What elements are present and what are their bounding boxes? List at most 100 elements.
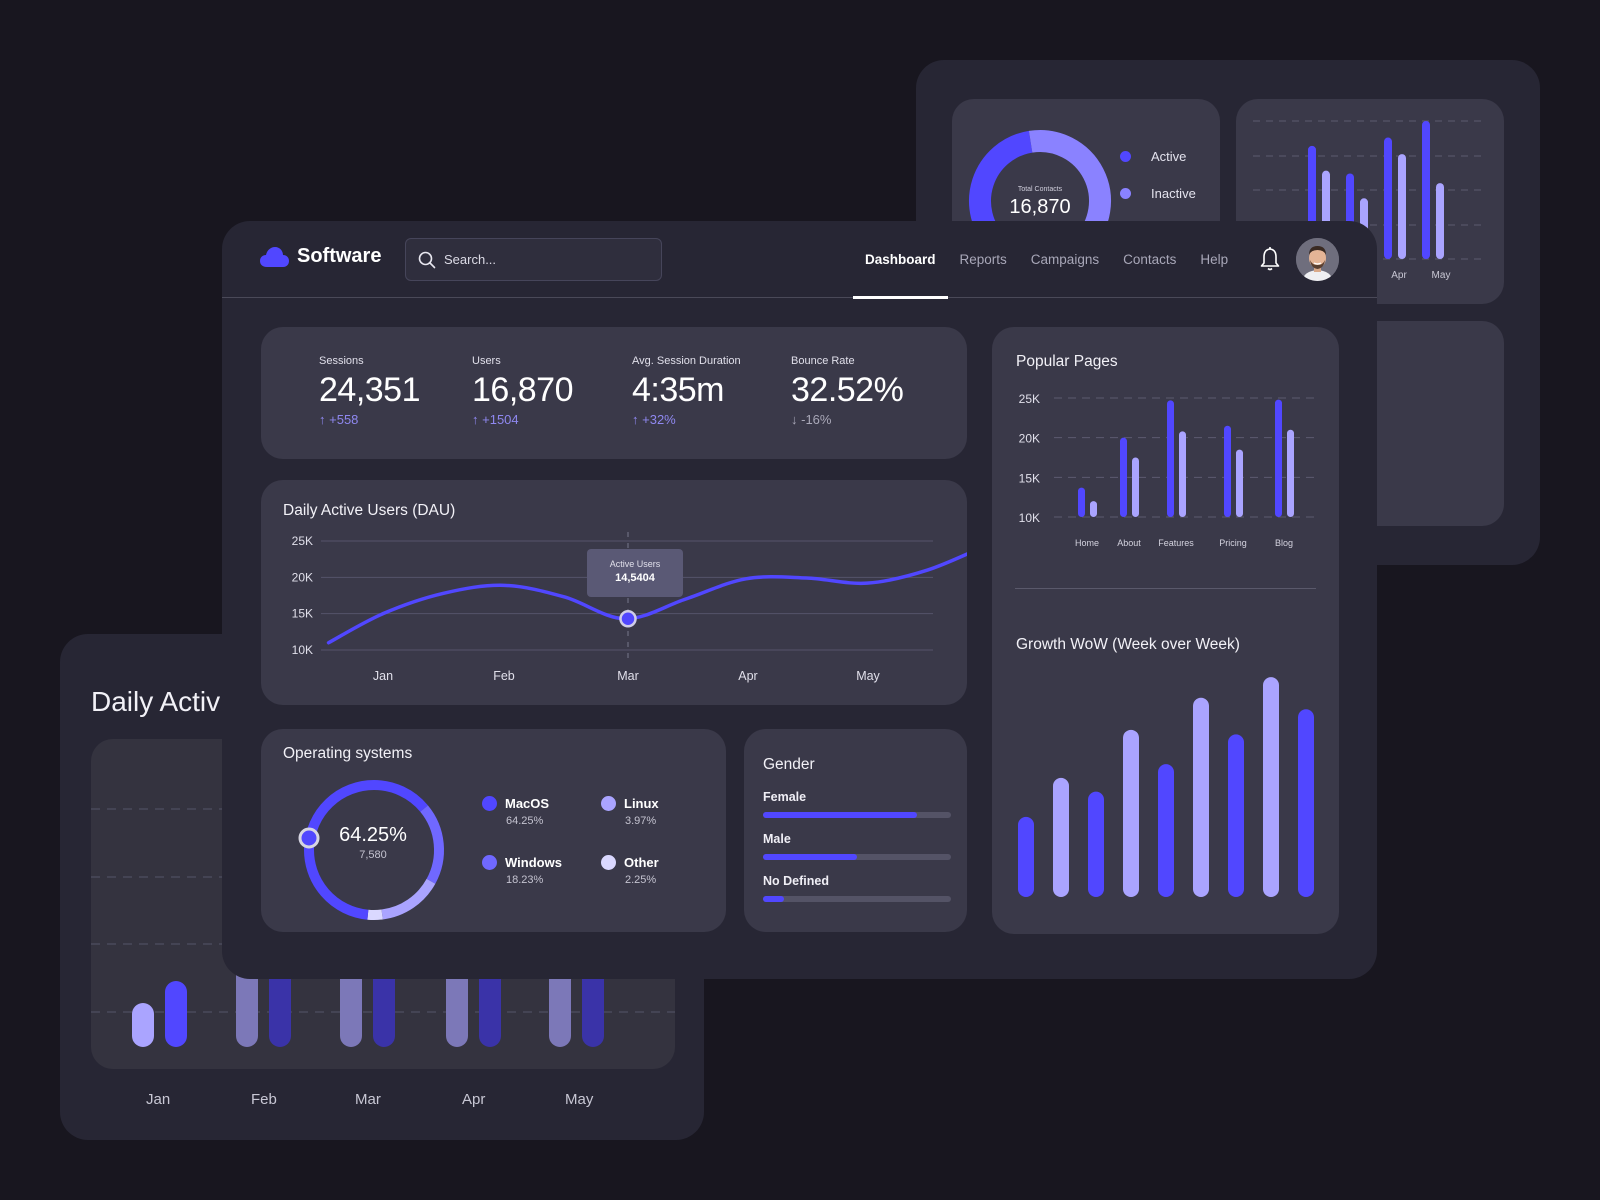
legend-dot-inactive — [1120, 188, 1131, 199]
donut-segment[interactable] — [367, 909, 383, 920]
stat-value: 4:35m — [632, 371, 724, 409]
legend-linux: Linux 3.97% — [601, 796, 659, 827]
brand-name: Software — [297, 245, 382, 267]
growth-bar[interactable] — [1228, 734, 1244, 897]
legend-dot — [482, 796, 497, 811]
stat-avg-session: Avg. Session Duration 4:35m ↑ +32% — [632, 355, 741, 427]
stat-delta: ↑ +558 — [319, 412, 359, 427]
growth-bar[interactable] — [1193, 697, 1209, 897]
bar — [132, 1003, 154, 1047]
brand[interactable]: Software — [260, 245, 381, 268]
gender-row-female: Female — [763, 790, 951, 818]
growth-bar[interactable] — [1018, 816, 1034, 897]
dau-card: Daily Active Users (DAU) 10K 15K 20K 25K Jan… — [261, 480, 967, 705]
nav-tab-reports[interactable]: Reports — [948, 221, 1019, 298]
stat-label: Users — [472, 355, 501, 367]
nav-tab-help[interactable]: Help — [1188, 221, 1240, 298]
tooltip-label: Active Users — [609, 559, 661, 569]
legend-label-inactive: Inactive — [1151, 186, 1196, 201]
donut-segment[interactable] — [381, 878, 436, 920]
arrow-down-icon: ↓ — [791, 412, 802, 427]
os-center-sub: 7,580 — [359, 849, 387, 861]
cloud-icon — [260, 246, 289, 267]
daily-activity-title: Daily Activ — [91, 686, 221, 717]
growth-bar[interactable] — [1263, 677, 1279, 897]
gender-title: Gender — [763, 756, 815, 773]
bar — [1384, 137, 1392, 259]
legend-pct: 3.97% — [625, 815, 657, 827]
growth-bar[interactable] — [1088, 791, 1104, 897]
gender-fill — [763, 896, 784, 902]
user-avatar[interactable] — [1296, 238, 1339, 281]
growth-bar[interactable] — [1298, 709, 1314, 897]
y-tick-label: 15K — [292, 607, 313, 621]
x-label: Jan — [146, 1091, 171, 1108]
x-tick-label: May — [1432, 270, 1451, 281]
donut-segment[interactable] — [373, 780, 428, 812]
gender-row-no-defined: No Defined — [763, 874, 951, 902]
top-navigation: Software Dashboard Reports Campaigns Con… — [222, 221, 1377, 299]
legend-inactive: Inactive — [1120, 186, 1196, 201]
nav-tabs: Dashboard Reports Campaigns Contacts Hel… — [853, 221, 1240, 299]
gender-track — [763, 812, 951, 818]
bar — [165, 981, 187, 1047]
x-tick-label: Jan — [373, 669, 393, 683]
legend-macos: MacOS 64.25% — [482, 796, 549, 827]
tooltip-value: 14,5404 — [615, 572, 655, 584]
stat-users: Users 16,870 ↑ +1504 — [472, 355, 574, 427]
stat-value: 16,870 — [472, 371, 574, 409]
gender-track — [763, 854, 951, 860]
growth-bar[interactable] — [1053, 777, 1069, 897]
legend-label-active: Active — [1151, 149, 1187, 164]
y-tick-label: 10K — [292, 643, 313, 657]
x-tick-label: Apr — [738, 669, 757, 683]
legend-pct: 2.25% — [625, 874, 657, 886]
x-label: Feb — [251, 1091, 277, 1108]
growth-bar[interactable] — [1158, 764, 1174, 897]
os-title: Operating systems — [283, 745, 413, 762]
arrow-up-icon: ↑ — [319, 412, 330, 427]
nav-tab-dashboard[interactable]: Dashboard — [853, 221, 948, 299]
arrow-up-icon: ↑ — [472, 412, 483, 427]
gender-row-male: Male — [763, 832, 951, 860]
stat-value: 32.52% — [791, 371, 904, 409]
stat-label: Bounce Rate — [791, 355, 855, 367]
gender-fill — [763, 812, 918, 818]
gender-label: Male — [763, 832, 791, 846]
highlight-point[interactable] — [619, 610, 637, 628]
bell-icon[interactable] — [1260, 246, 1280, 272]
stat-bounce-rate: Bounce Rate 32.52% ↓ -16% — [791, 355, 904, 427]
legend-dot — [482, 855, 497, 870]
arrow-up-icon: ↑ — [632, 412, 643, 427]
x-label: May — [565, 1091, 594, 1108]
stat-label: Avg. Session Duration — [632, 355, 741, 367]
legend-pct: 64.25% — [506, 815, 544, 827]
legend-active: Active — [1120, 149, 1186, 164]
stats-card: Sessions 24,351 ↑ +558 Users 16,870 ↑ +1… — [261, 327, 967, 459]
stat-delta: ↑ +32% — [632, 412, 676, 427]
gender-fill — [763, 854, 857, 860]
legend-pct: 18.23% — [506, 874, 544, 886]
os-center: 64.25% 7,580 — [303, 824, 443, 861]
gender-track — [763, 896, 951, 902]
x-label: Apr — [462, 1091, 486, 1108]
gender-label: Female — [763, 790, 807, 804]
growth-chart — [1018, 677, 1314, 897]
nav-tab-contacts[interactable]: Contacts — [1111, 221, 1188, 298]
legend-dot — [601, 796, 616, 811]
y-tick-label: 20K — [292, 570, 313, 584]
stat-value: 24,351 — [319, 371, 421, 409]
search-icon — [418, 251, 436, 268]
main-dashboard: Software Dashboard Reports Campaigns Con… — [222, 221, 1377, 979]
growth-bar[interactable] — [1123, 729, 1139, 897]
search-input[interactable] — [444, 252, 644, 267]
y-tick-label: 25K — [292, 534, 313, 548]
bar — [1398, 154, 1406, 259]
avatar-image — [1296, 238, 1339, 281]
gender-card: Gender Female Male No Defined — [744, 729, 967, 932]
bar — [1422, 121, 1430, 259]
search-box[interactable] — [405, 238, 662, 281]
os-center-value: 64.25% — [339, 824, 407, 846]
contacts-center-label: Total Contacts — [1018, 186, 1063, 193]
nav-tab-campaigns[interactable]: Campaigns — [1019, 221, 1111, 298]
